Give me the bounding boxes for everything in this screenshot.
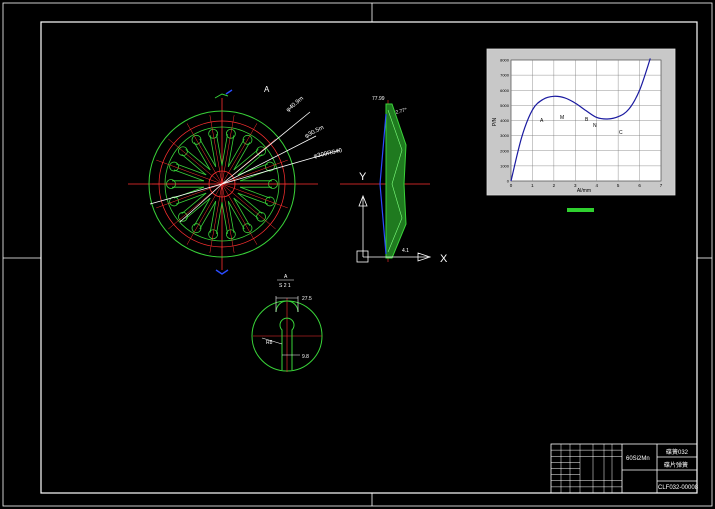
- slot-edge: [233, 197, 259, 219]
- chart-ytick-label: 1000: [500, 163, 510, 168]
- dim-label-d3: φ309RS40: [313, 148, 343, 160]
- chart-ytick-label: 2000: [500, 148, 510, 153]
- slot-edge: [181, 154, 207, 176]
- section-detail-scale: S 2 1: [279, 283, 291, 289]
- chart-ylabel: P/N: [492, 117, 498, 126]
- profile-top-label: 77.99: [372, 96, 385, 102]
- cad-drawing: A φ40.9m φ30.5m φ309RS40 77.99 2.77° 4.1…: [2, 2, 713, 507]
- ucs-origin-box: [356, 250, 369, 263]
- chart-ytick-label: 4000: [500, 118, 510, 123]
- title-block-drawing-name: 碟簧032: [666, 448, 689, 456]
- title-block: 60Si2Mn 碟簧032 碟片弹簧 CLF032-00008: [550, 443, 699, 494]
- section-dim-bottom: 9.8: [302, 354, 309, 360]
- slot-edge: [175, 163, 207, 176]
- slot-edge: [185, 149, 211, 171]
- title-block-material: 60Si2Mn: [626, 456, 650, 462]
- chart-ytick-label: 6000: [500, 88, 510, 93]
- slot-edge: [239, 186, 271, 199]
- chart-annotation-m: M: [560, 115, 564, 121]
- slot-edge: [237, 192, 263, 214]
- chart-ytick-label: 5000: [500, 103, 510, 108]
- section-detail-a: A S 2 1 27.5 R8 9.8: [251, 274, 323, 372]
- green-bar-marker: [567, 208, 594, 212]
- slot-edge: [181, 192, 207, 214]
- chart-ytick-label: 3000: [500, 133, 510, 138]
- slot-edge: [233, 149, 259, 171]
- chart-ytick-label: 8000: [500, 58, 510, 63]
- slot-edge: [185, 197, 211, 219]
- slot-edge: [193, 142, 211, 171]
- section-mark-bottom: [215, 269, 229, 275]
- profile-bottom-label: 4.1: [402, 248, 409, 254]
- slot-edge: [216, 134, 223, 166]
- slot-edge: [221, 134, 228, 166]
- title-block-part-name: 碟片弹簧: [664, 461, 688, 469]
- slot-edge: [233, 142, 251, 171]
- slot-edge: [237, 154, 263, 176]
- section-mark-top-blue: [225, 89, 233, 95]
- section-mark-top: [214, 93, 229, 99]
- slot-edge: [233, 197, 251, 226]
- title-block-grid: [551, 444, 622, 493]
- chart-annotation-c: C: [619, 130, 623, 136]
- profile-angle-label: 2.77°: [395, 107, 408, 116]
- disc-spring-front-view: A φ40.9m φ30.5m φ309RS40: [128, 85, 343, 275]
- section-dim-top: 27.5: [302, 296, 312, 302]
- title-block-number: CLF032-00008: [658, 485, 699, 491]
- section-detail-title: A: [284, 274, 288, 280]
- chart-xlabel: Al/mm: [577, 188, 591, 194]
- ucs-x-label: X: [440, 253, 448, 265]
- section-dim-left: R8: [266, 340, 273, 346]
- ucs-y-label: Y: [359, 171, 367, 183]
- chart-y-ticks: 010002000300040005000600070008000: [500, 58, 510, 184]
- slot-edge: [221, 202, 228, 234]
- chart-annotation-n: N: [593, 123, 597, 129]
- chart-ytick-label: 7000: [500, 73, 510, 78]
- profile-shape: [385, 103, 407, 259]
- slot-edge: [216, 202, 223, 234]
- section-arrow-label: A: [264, 85, 270, 94]
- disc-spring-profile-view: 77.99 2.77° 4.1 Y X: [340, 96, 448, 265]
- characteristic-chart: 01234567 0100020003000400050006000700080…: [486, 48, 676, 196]
- dim-label-d1: φ40.9m: [285, 96, 305, 114]
- slot-edge: [237, 192, 269, 205]
- slot-edge: [173, 169, 205, 182]
- leader-d1: [221, 111, 311, 185]
- dim-label-d2: φ30.5m: [304, 125, 325, 140]
